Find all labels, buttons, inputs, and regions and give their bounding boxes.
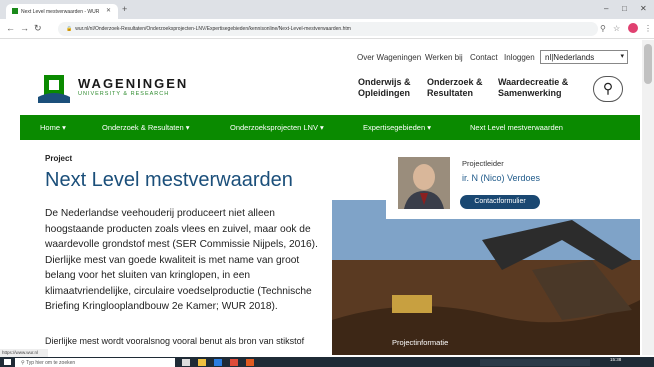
maximize-icon[interactable]: □: [622, 4, 627, 13]
contact-form-button[interactable]: Contactformulier: [460, 195, 540, 209]
tab-title: Next Level mestverwaarden - WUR: [21, 9, 100, 15]
intro-paragraph: De Nederlandse veehouderij produceert ni…: [45, 208, 318, 312]
top-link-werken[interactable]: Werken bij: [425, 53, 463, 62]
menu-line: Resultaten: [427, 88, 474, 98]
nav-expertisegebieden[interactable]: Expertisegebieden ▾: [363, 123, 431, 132]
office-icon[interactable]: [246, 359, 254, 366]
minimize-icon[interactable]: –: [604, 4, 608, 13]
second-paragraph: Dierlijke mest wordt vooralsnog vooral b…: [45, 336, 305, 346]
nav-label: Expertisegebieden: [363, 123, 426, 132]
forward-icon[interactable]: →: [20, 23, 29, 33]
page-scrollbar[interactable]: [642, 40, 654, 355]
chevron-down-icon: ▾: [620, 53, 624, 60]
menu-onderzoek[interactable]: Onderzoek & Resultaten: [427, 77, 483, 99]
nav-label: Home: [40, 123, 61, 132]
menu-line: Samenwerking: [498, 88, 562, 98]
nav-label: Onderzoek & Resultaten: [102, 123, 184, 132]
menu-onderwijs[interactable]: Onderwijs & Opleidingen: [358, 77, 411, 99]
logo-subtitle: UNIVERSITY & RESEARCH: [78, 91, 170, 97]
top-link-contact[interactable]: Contact: [470, 53, 498, 62]
taskbar-search[interactable]: ⚲ Typ hier om te zoeken: [15, 358, 175, 367]
zoom-icon[interactable]: ⚲: [600, 24, 606, 33]
scrollbar-thumb[interactable]: [644, 44, 652, 84]
edge-icon[interactable]: [214, 359, 222, 366]
windows-start-icon[interactable]: [4, 359, 11, 365]
wur-logo-icon[interactable]: [38, 75, 70, 103]
language-select[interactable]: nl|Nederlands ▾: [540, 50, 628, 64]
top-link-over[interactable]: Over Wageningen: [357, 53, 421, 62]
taskbar-clock[interactable]: 15:38: [610, 357, 621, 363]
web-page: Over Wageningen Werken bij Contact Inlog…: [20, 40, 640, 355]
nav-home[interactable]: Home ▾: [40, 123, 66, 132]
excavator-photo: [332, 200, 640, 355]
url-text: wur.nl/nl/Onderzoek-Resultaten/Onderzoek…: [75, 26, 351, 32]
status-url: https://www.wur.nl: [0, 349, 48, 357]
system-tray-icons[interactable]: [480, 359, 590, 366]
new-tab-button[interactable]: +: [122, 4, 127, 14]
project-leader-portrait: [398, 157, 450, 209]
profile-avatar-icon[interactable]: [628, 23, 638, 33]
project-info-caption[interactable]: Projectinformatie: [392, 338, 448, 347]
wur-favicon-icon: [12, 8, 18, 14]
project-leader-label: Projectleider: [462, 159, 504, 168]
url-field[interactable]: 🔒 wur.nl/nl/Onderzoek-Resultaten/Onderzoe…: [58, 22, 598, 36]
top-link-inloggen[interactable]: Inloggen: [504, 53, 535, 62]
reload-icon[interactable]: ↻: [34, 23, 42, 34]
menu-line: Onderwijs &: [358, 77, 411, 87]
page-title: Next Level mestverwaarden: [45, 169, 293, 191]
nav-next-level[interactable]: Next Level mestverwaarden: [470, 123, 563, 132]
menu-line: Waardecreatie &: [498, 77, 569, 87]
search-icon: ⚲: [602, 80, 614, 96]
search-button[interactable]: ⚲: [593, 76, 623, 102]
nav-onderzoeksprojecten[interactable]: Onderzoeksprojecten LNV ▾: [230, 123, 324, 132]
project-leader-name[interactable]: ir. N (Nico) Verdoes: [462, 173, 540, 183]
close-window-icon[interactable]: ✕: [640, 4, 647, 13]
logo-wordmark[interactable]: WAGENINGEN: [78, 76, 188, 91]
menu-waardecreatie[interactable]: Waardecreatie & Samenwerking: [498, 77, 568, 99]
menu-dots-icon[interactable]: ⋮: [644, 24, 652, 33]
task-view-icon[interactable]: [182, 359, 190, 366]
project-label: Project: [45, 154, 73, 163]
menu-line: Onderzoek &: [427, 77, 483, 87]
chrome-icon[interactable]: [230, 359, 238, 366]
taskbar-search-placeholder: Typ hier om te zoeken: [25, 360, 76, 366]
lock-icon: 🔒: [66, 26, 73, 32]
browser-tab[interactable]: Next Level mestverwaarden - WUR: [6, 4, 118, 19]
nav-onderzoek-resultaten[interactable]: Onderzoek & Resultaten ▾: [102, 123, 190, 132]
back-icon[interactable]: ←: [6, 23, 15, 33]
menu-line: Opleidingen: [358, 88, 411, 98]
bookmark-star-icon[interactable]: ☆: [613, 24, 620, 33]
language-value: nl|Nederlands: [545, 53, 595, 62]
nav-label: Onderzoeksprojecten LNV: [230, 123, 318, 132]
file-explorer-icon[interactable]: [198, 359, 206, 366]
tab-close-icon[interactable]: ✕: [106, 7, 111, 14]
